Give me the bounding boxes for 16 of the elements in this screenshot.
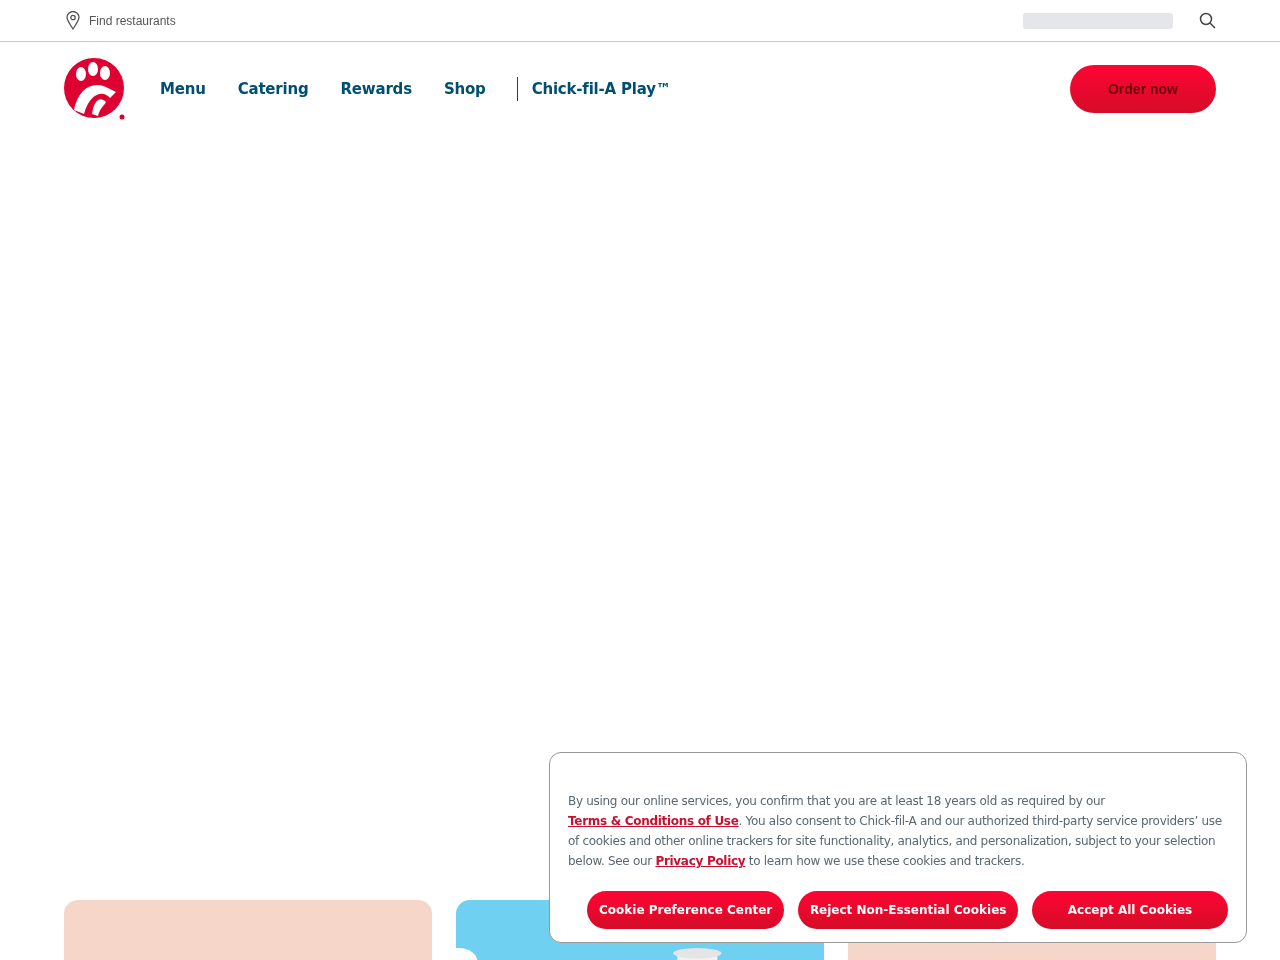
- policy-link[interactable]: Terms & Conditions of Use: [568, 814, 739, 828]
- cookie-button[interactable]: Cookie Preference Center: [587, 891, 784, 929]
- nav-link[interactable]: Catering: [237, 77, 309, 101]
- search-field[interactable]: [1023, 12, 1173, 29]
- search-icon[interactable]: [1199, 12, 1216, 29]
- cookie-button[interactable]: Reject Non-Essential Cookies: [797, 891, 1018, 929]
- location-pin-icon: [66, 11, 80, 30]
- cookie-button[interactable]: Accept All Cookies: [1032, 891, 1228, 929]
- policy-link[interactable]: Privacy Policy: [655, 854, 746, 868]
- nav-link[interactable]: Chick-fil-A Play™: [531, 77, 671, 101]
- find-restaurants-link[interactable]: Find restaurants: [66, 11, 176, 30]
- logo-icon[interactable]: [64, 58, 126, 120]
- cookie-consent-text: By using our online services, you confirm that you are at least 18 years old as required by our Terms & Conditions of Use. You also consent to Chick-fil-A and our authorized third-party service providers’ use of cookies and other online trackers for site functionality, analytics, and personalization, subject to your selection below. See our Privacy Policy to learn how we use these cookies and trackers.: [568, 793, 1223, 870]
- nav-link[interactable]: Menu: [160, 77, 206, 101]
- nav-link[interactable]: Rewards: [340, 77, 412, 101]
- nav-link[interactable]: Shop: [443, 77, 486, 101]
